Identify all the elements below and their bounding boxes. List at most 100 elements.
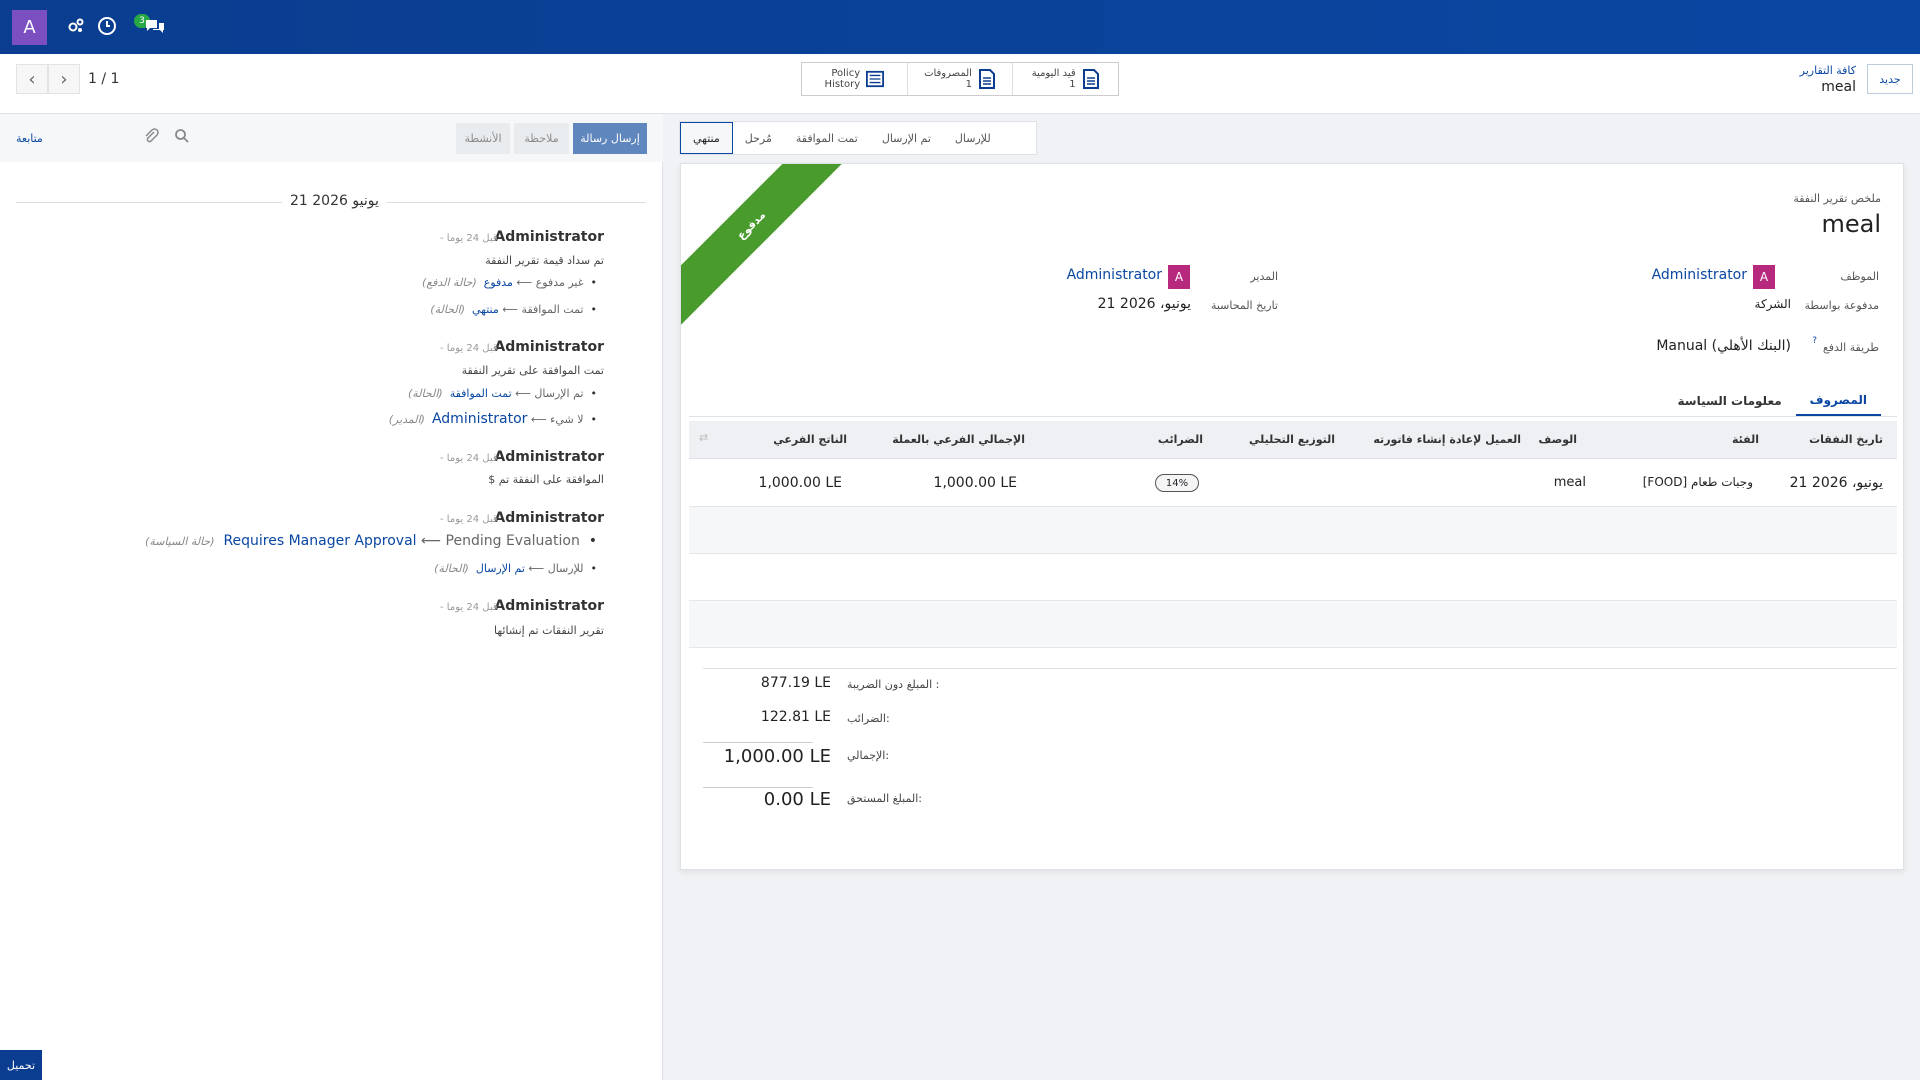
column-header[interactable]: تاريخ النفقات <box>1809 433 1883 446</box>
total-label: الإجمالي: <box>847 749 890 762</box>
smart-buttons: Policy History المصروفات 1 قيد اليومية 1 <box>801 62 1119 96</box>
message-body: تم سداد قيمة تقرير النفقة <box>485 254 604 267</box>
stat-label: قيد اليومية <box>1031 68 1076 79</box>
employee-label: الموظف <box>1840 270 1879 283</box>
report-title[interactable]: meal <box>1821 210 1881 238</box>
stat-count: 1 <box>965 79 972 90</box>
new-button[interactable]: جديد <box>1867 64 1913 94</box>
employee-field[interactable]: Administrator <box>1652 267 1747 283</box>
chatter-topbar: متابعة الأنشطة ملاحظة إرسال رسالة <box>0 114 663 162</box>
taxes-label: الضرائب: <box>847 712 890 725</box>
paperclip-icon[interactable] <box>143 128 161 146</box>
old-value: غير مدفوع <box>535 276 584 289</box>
field-name: (حالة الدفع) <box>421 276 477 289</box>
tracking-change: • لا شيء ⟵ Administrator (المدير) <box>388 411 597 427</box>
breadcrumb-current: meal <box>1821 79 1856 95</box>
column-header[interactable]: العميل لإعادة إنشاء فاتورته <box>1373 433 1521 446</box>
message-author[interactable]: Administrator <box>494 449 604 465</box>
due-separator <box>703 787 813 788</box>
log-note-button[interactable]: ملاحظة <box>514 123 569 154</box>
paid-by-label: مدفوعة بواسطة <box>1804 299 1879 312</box>
field-name: (الحالة) <box>434 562 469 575</box>
tab-policy-info[interactable]: معلومات السياسة <box>1664 386 1796 416</box>
message-time: - قبل 24 يوما <box>440 602 498 613</box>
state-approved[interactable]: تمت الموافقة <box>784 122 870 154</box>
clock-icon[interactable] <box>96 15 118 37</box>
cell-date: 21 يونيو، 2026 <box>1789 475 1883 491</box>
send-message-button[interactable]: إرسال رسالة <box>573 123 647 154</box>
employee-avatar: A <box>1753 265 1775 289</box>
manager-field[interactable]: Administrator <box>1067 267 1162 283</box>
state-posted[interactable]: مُرحل <box>733 122 784 154</box>
pager-value[interactable]: 1 / 1 <box>88 71 119 87</box>
settings-icon[interactable] <box>65 15 87 37</box>
paid-by-field[interactable]: الشركة <box>1755 297 1791 311</box>
column-header[interactable]: الوصف <box>1538 433 1577 446</box>
cell-subtotal-currency: 1,000.00 LE <box>933 475 1017 491</box>
manager-label: المدير <box>1250 270 1278 283</box>
document-icon <box>978 69 995 89</box>
new-value: Requires Manager Approval <box>223 533 417 549</box>
status-bar: منتهي مُرحل تمت الموافقة تم الإرسال للإر… <box>679 121 1037 155</box>
breadcrumb-parent[interactable]: كافة التقارير <box>1800 64 1856 77</box>
accounting-date-field[interactable]: 21 يونيو، 2026 <box>1098 296 1191 312</box>
column-settings-icon[interactable]: ⇄ <box>699 431 708 444</box>
total-amount: 1,000.00 LE <box>723 746 831 767</box>
chat-icon[interactable] <box>144 15 166 37</box>
top-navbar: A 3 <box>0 0 1920 54</box>
table-row[interactable]: 21 يونيو، 2026 [FOOD] وجبات طعام meal 14… <box>689 460 1897 507</box>
help-icon[interactable]: ? <box>1812 336 1817 346</box>
new-value: تم الإرسال <box>475 562 525 575</box>
date-label: 21 يونيو 2026 <box>282 193 387 209</box>
search-icon[interactable] <box>174 128 192 146</box>
field-name: (المدير) <box>388 413 425 426</box>
journal-entry-button[interactable]: قيد اليومية 1 <box>1012 63 1118 95</box>
message-time: - قبل 24 يوما <box>440 233 498 244</box>
message-time: - قبل 24 يوما <box>440 453 498 464</box>
new-value: منتهي <box>472 303 499 316</box>
message-author[interactable]: Administrator <box>494 229 604 245</box>
control-panel: ‹ › 1 / 1 Policy History المصروفات 1 قيد ا… <box>0 54 1920 114</box>
tax-badge: 14% <box>1155 474 1199 492</box>
message-body: تقرير النفقات تم إنشائها <box>493 624 604 637</box>
cell-description: meal <box>1553 475 1586 490</box>
cell-category: [FOOD] وجبات طعام <box>1642 475 1753 489</box>
state-submitted[interactable]: تم الإرسال <box>870 122 943 154</box>
message-time: - قبل 24 يوما <box>440 343 498 354</box>
state-done[interactable]: منتهي <box>680 122 733 154</box>
tab-expense[interactable]: المصروف <box>1795 386 1881 416</box>
column-header[interactable]: الضرائب <box>1158 433 1203 446</box>
accounting-date-label: تاريخ المحاسبة <box>1210 299 1278 312</box>
user-avatar[interactable]: A <box>12 10 47 45</box>
message-author[interactable]: Administrator <box>494 598 604 614</box>
old-value: Pending Evaluation <box>445 533 580 549</box>
total-separator <box>703 742 813 743</box>
expenses-button[interactable]: المصروفات 1 <box>906 63 1013 95</box>
message-author[interactable]: Administrator <box>494 339 604 355</box>
follow-button[interactable]: متابعة <box>16 132 43 145</box>
chatter-pane: متابعة الأنشطة ملاحظة إرسال رسالة 21 يون… <box>0 114 663 1080</box>
column-header[interactable]: التوزيع التحليلي <box>1249 433 1335 446</box>
column-header[interactable]: الفئة <box>1732 433 1759 446</box>
column-header[interactable]: الإجمالي الفرعي بالعملة <box>892 433 1025 446</box>
tracking-change: • تمت الموافقة ⟵ منتهي (الحالة) <box>430 303 597 316</box>
manager-avatar: A <box>1168 265 1190 289</box>
stat-count: 1 <box>1069 79 1076 90</box>
column-header[interactable]: الناتج الفرعي <box>773 433 847 446</box>
tracking-change: • تم الإرسال ⟵ تمت الموافقة (الحالة) <box>407 387 597 400</box>
list-icon <box>866 70 885 88</box>
payment-method-label: طريقة الدفع <box>1822 341 1879 354</box>
message-author[interactable]: Administrator <box>494 510 604 526</box>
pager-next-button[interactable]: › <box>48 64 80 94</box>
empty-row <box>689 601 1897 648</box>
message-body: الموافقة على النفقة تم $ <box>488 473 604 486</box>
payment-method-field[interactable]: Manual (البنك الأهلي) <box>1656 338 1791 354</box>
activities-button[interactable]: الأنشطة <box>456 123 510 154</box>
pager-previous-button[interactable]: ‹ <box>16 64 48 94</box>
policy-history-button[interactable]: Policy History <box>802 63 907 95</box>
old-value: للإرسال <box>547 562 584 575</box>
state-to-submit[interactable]: للإرسال <box>943 122 1003 154</box>
message-body: تمت الموافقة على تقرير النفقة <box>461 364 604 377</box>
upload-button[interactable]: تحميل <box>0 1050 42 1080</box>
due-label: المبلغ المستحق: <box>847 792 922 805</box>
